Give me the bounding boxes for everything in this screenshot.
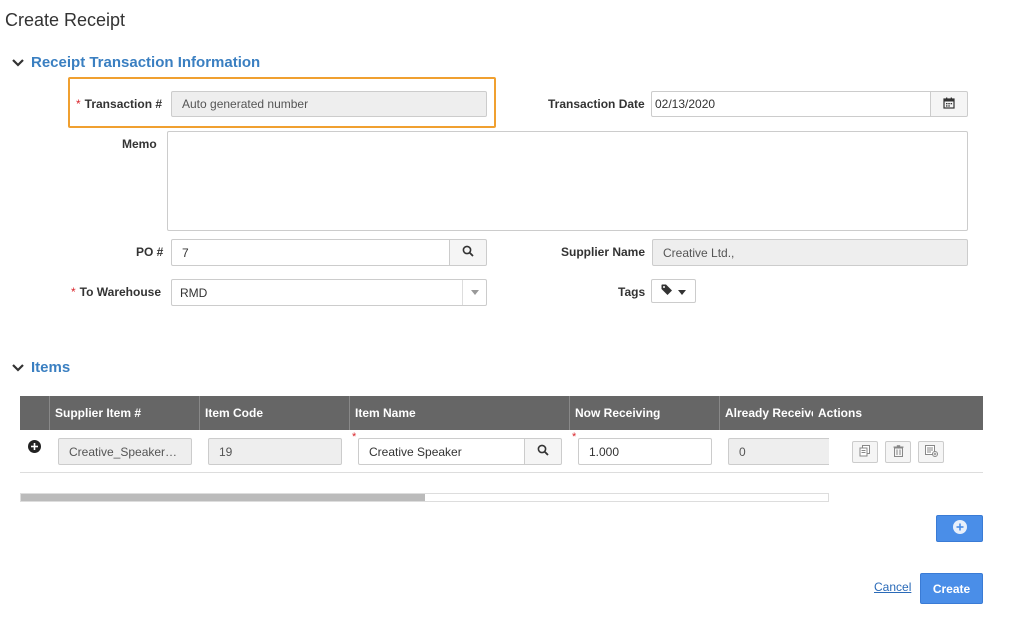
scrollbar-thumb[interactable] — [21, 494, 425, 501]
calendar-icon — [943, 97, 955, 112]
po-search-button[interactable] — [449, 239, 487, 266]
required-marker: * — [71, 285, 76, 299]
expand-row-button[interactable] — [28, 440, 41, 456]
copy-icon — [859, 444, 871, 460]
row-now-receiving-input[interactable]: 1.000 — [578, 438, 712, 465]
row-details-button[interactable] — [918, 441, 944, 463]
add-row-button[interactable] — [936, 515, 983, 542]
column-header-actions: Actions — [818, 406, 863, 420]
page-title: Create Receipt — [5, 10, 126, 30]
trash-icon — [893, 444, 904, 460]
calendar-button[interactable] — [930, 91, 968, 117]
supplier-name-label: Supplier Name — [561, 245, 646, 259]
plus-circle-icon — [952, 520, 967, 537]
memo-label: Memo — [122, 137, 157, 151]
required-marker: * — [352, 431, 357, 443]
row-divider — [20, 472, 983, 473]
row-item-code-field: 19 — [208, 438, 342, 465]
caret-down-icon — [462, 280, 486, 305]
column-header-already-received: Already Received — [719, 396, 813, 430]
section-items-toggle[interactable]: Items — [11, 359, 70, 376]
memo-textarea[interactable] — [167, 131, 968, 231]
required-marker: * — [572, 431, 577, 443]
row-item-name-input[interactable]: Creative Speaker — [358, 438, 526, 465]
chevron-down-icon — [11, 56, 25, 70]
to-warehouse-label: * To Warehouse — [71, 285, 162, 299]
details-icon — [924, 444, 938, 460]
column-header-item-name: Item Name — [349, 396, 569, 430]
section-items-title: Items — [31, 359, 71, 376]
search-icon — [537, 444, 549, 459]
items-table-header: Supplier Item # Item Code Item Name Now … — [20, 396, 983, 430]
required-marker: * — [76, 97, 81, 111]
transaction-no-field: Auto generated number — [171, 91, 487, 117]
caret-down-icon — [678, 284, 686, 298]
chevron-down-icon — [11, 361, 25, 375]
column-header-item-code: Item Code — [199, 396, 349, 430]
row-item-search-button[interactable] — [524, 438, 562, 465]
search-icon — [462, 245, 474, 260]
create-button[interactable]: Create — [920, 573, 983, 604]
section-transaction-title: Receipt Transaction Information — [31, 54, 261, 71]
po-no-label: PO # — [136, 245, 164, 259]
transaction-date-input[interactable]: 02/13/2020 — [651, 91, 931, 117]
transaction-date-label: Transaction Date — [548, 97, 645, 111]
row-supplier-item-field: Creative_Speaker… — [58, 438, 192, 465]
po-no-input[interactable]: 7 — [171, 239, 451, 266]
to-warehouse-select[interactable]: RMD — [171, 279, 487, 306]
row-delete-button[interactable] — [885, 441, 911, 463]
plus-circle-icon — [28, 440, 41, 456]
tag-icon — [661, 284, 674, 299]
row-already-received-field: 0 — [728, 438, 829, 465]
row-copy-button[interactable] — [852, 441, 878, 463]
tags-dropdown-button[interactable] — [651, 279, 696, 303]
tags-label: Tags — [618, 285, 646, 299]
cancel-link[interactable]: Cancel — [874, 580, 911, 594]
section-transaction-toggle[interactable]: Receipt Transaction Information — [11, 54, 260, 71]
table-horizontal-scrollbar[interactable] — [20, 493, 829, 502]
supplier-name-field: Creative Ltd., — [652, 239, 968, 266]
column-header-supplier-item: Supplier Item # — [49, 396, 199, 430]
column-header-now-receiving: Now Receiving — [569, 396, 719, 430]
transaction-no-label: * Transaction # — [76, 97, 163, 111]
